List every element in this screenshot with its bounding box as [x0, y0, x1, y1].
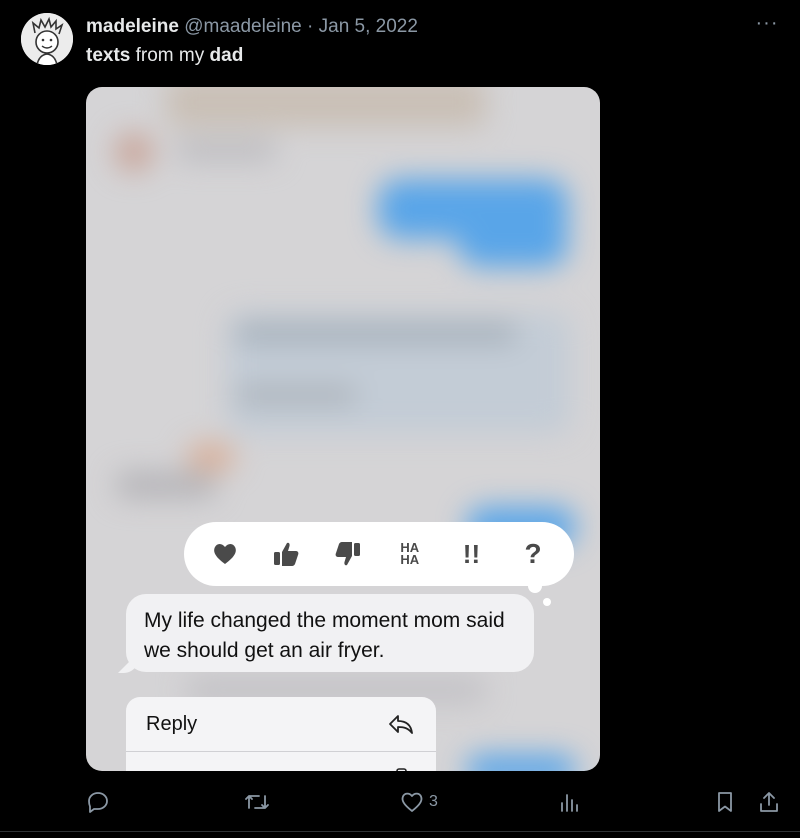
menu-item-partial[interactable] [126, 752, 436, 771]
like-heart-icon [401, 792, 423, 812]
question-icon[interactable]: ? [513, 534, 553, 574]
handle[interactable]: @maadeleine [184, 16, 302, 37]
tweet-text: texts from my dad [86, 45, 243, 67]
like-button[interactable]: 3 [400, 780, 438, 824]
tweet-date[interactable]: Jan 5, 2022 [319, 16, 418, 37]
retweet-icon [245, 795, 269, 809]
divider [0, 831, 800, 832]
share-icon [760, 792, 778, 812]
like-count: 3 [429, 793, 438, 810]
haha-bottom-text: HA [400, 552, 420, 567]
tweet-text-part-1: texts [86, 45, 131, 66]
bar-tail-dot-small [543, 598, 551, 606]
message-bubble[interactable]: My life changed the moment mom said we s… [126, 594, 534, 672]
haha-icon[interactable]: HA HA [390, 534, 430, 574]
separator: · [307, 16, 314, 37]
retweet-button[interactable] [244, 780, 270, 824]
context-menu: Reply [126, 697, 436, 771]
more-options-icon[interactable]: ··· [752, 13, 782, 38]
display-name[interactable]: madeleine [86, 16, 179, 37]
reply-arrow-icon [389, 715, 413, 734]
bookmark-icon [718, 792, 732, 812]
exclamation-icon[interactable]: !! [451, 534, 491, 574]
copy-icon [396, 768, 407, 771]
avatar[interactable] [21, 13, 73, 65]
message-text: My life changed the moment mom said we s… [144, 609, 505, 662]
reply-icon [88, 792, 108, 813]
tweet-text-part-2: from my [130, 45, 210, 66]
reply-label: Reply [146, 712, 198, 735]
tweet-text-part-3: dad [209, 45, 244, 66]
views-chart-icon [561, 794, 578, 812]
exclamation-text: !! [462, 538, 481, 569]
share-button[interactable] [758, 780, 780, 824]
tapback-bar: HA HA !! ? [184, 522, 574, 586]
tweet-header: madeleine @maadeleine · Jan 5, 2022 [86, 16, 418, 38]
bookmark-button[interactable] [715, 780, 735, 824]
avatar-drawing-icon [21, 13, 73, 65]
tweet-media-image[interactable]: HA HA !! ? My life changed the moment mo… [86, 87, 600, 771]
thumbs-up-icon[interactable] [266, 534, 306, 574]
thumbs-down-icon[interactable] [328, 534, 368, 574]
bar-tail-dot [528, 579, 542, 593]
reply-button[interactable] [86, 780, 110, 824]
question-text: ? [524, 538, 542, 569]
views-button[interactable] [558, 780, 580, 824]
tweet-actions: 3 [80, 780, 790, 824]
menu-item-reply[interactable]: Reply [126, 697, 436, 752]
heart-icon[interactable] [205, 534, 245, 574]
